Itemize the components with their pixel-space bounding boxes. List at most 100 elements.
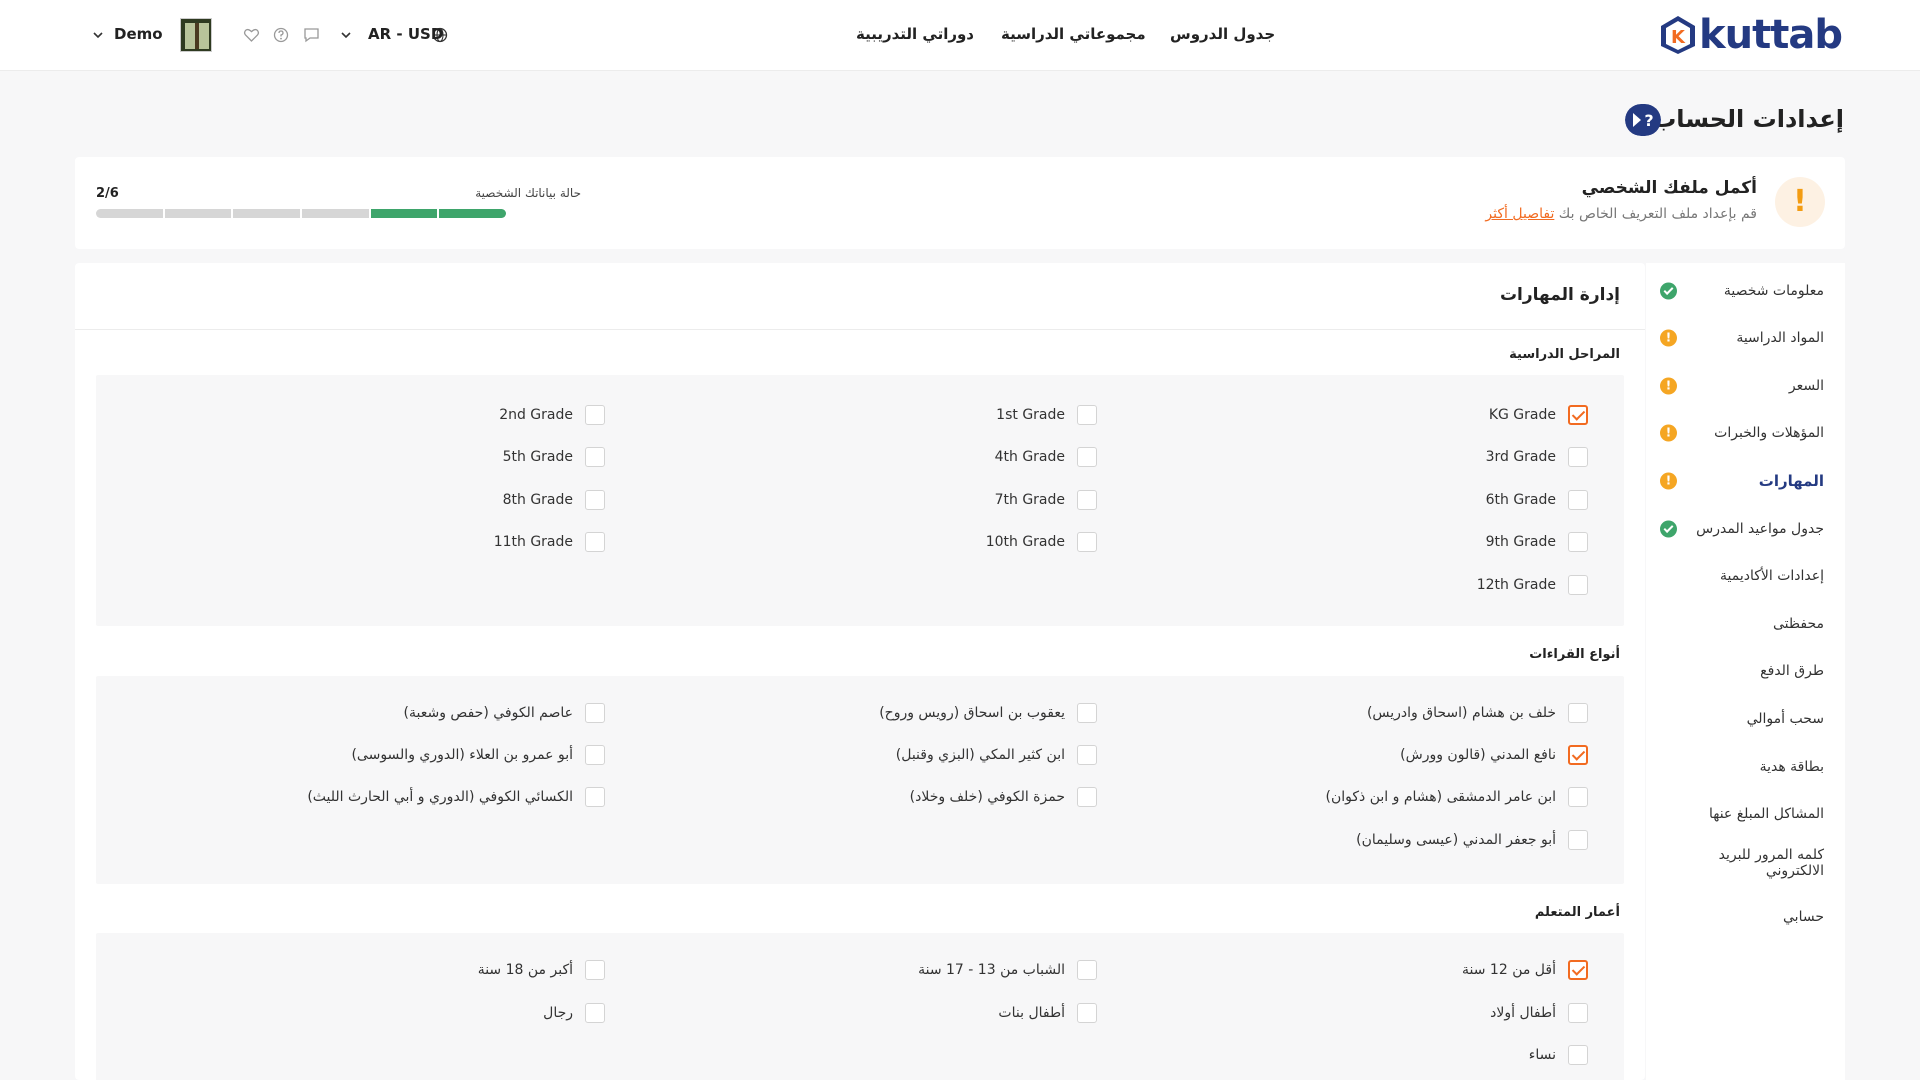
sidebar-item[interactable]: السعر <box>1646 366 1845 406</box>
checkbox[interactable] <box>585 703 605 723</box>
sidebar-item[interactable]: محفظتى <box>1646 604 1845 644</box>
readings-option[interactable]: نافع المدني (قالون وورش) <box>1400 745 1588 765</box>
sidebar-item-label: إعدادات الأكاديمية <box>1720 568 1824 584</box>
grades-option[interactable]: 10th Grade <box>986 532 1097 552</box>
sidebar-item-label: المؤهلات والخبرات <box>1714 425 1824 441</box>
checkbox[interactable] <box>1568 575 1588 595</box>
ages-option[interactable]: الشباب من 13 - 17 سنة <box>918 960 1097 980</box>
checkbox[interactable] <box>1077 447 1097 467</box>
nav-link-courses[interactable]: دوراتي التدريبية <box>856 25 974 43</box>
readings-option[interactable]: ابن عامر الدمشقى (هشام و ابن ذكوان) <box>1326 787 1588 807</box>
checkbox[interactable] <box>1568 830 1588 850</box>
ages-option[interactable]: أطفال أولاد <box>1490 1003 1588 1023</box>
grades-option[interactable]: 8th Grade <box>503 490 605 510</box>
sidebar-item-label: المهارات <box>1758 472 1824 490</box>
sidebar-item[interactable]: المهارات <box>1646 461 1845 501</box>
checkbox[interactable] <box>1568 1003 1588 1023</box>
readings-option[interactable]: عاصم الكوفي (حفص وشعبة) <box>404 703 605 723</box>
option-label: نافع المدني (قالون وورش) <box>1400 747 1556 763</box>
nav-link-schedule[interactable]: جدول الدروس <box>1170 25 1275 43</box>
option-label: 8th Grade <box>502 492 573 508</box>
grades-option[interactable]: 4th Grade <box>995 447 1097 467</box>
readings-option[interactable]: حمزة الكوفي (خلف وخلاد) <box>910 787 1097 807</box>
readings-option[interactable]: خلف بن هشام (اسحاق وادريس) <box>1367 703 1588 723</box>
checkbox[interactable] <box>585 960 605 980</box>
checkbox[interactable] <box>1568 447 1588 467</box>
sidebar-item[interactable]: طرق الدفع <box>1646 651 1845 691</box>
readings-option[interactable]: يعقوب بن اسحاق (رويس وروح) <box>879 703 1097 723</box>
grades-option[interactable]: 12th Grade <box>1477 575 1588 595</box>
profile-status-label: حالة بياناتك الشخصية <box>475 186 581 200</box>
checkbox[interactable] <box>1077 703 1097 723</box>
kuttab-logo[interactable]: K kuttab <box>1657 10 1843 60</box>
checkbox[interactable] <box>1077 490 1097 510</box>
readings-option[interactable]: الكسائي الكوفي (الدوري و أبي الحارث اللي… <box>307 787 605 807</box>
help-video-icon[interactable]: ? <box>1625 104 1661 136</box>
user-menu[interactable]: Demo <box>114 25 163 43</box>
grades-option[interactable]: 11th Grade <box>494 532 605 552</box>
sidebar-item[interactable]: جدول مواعيد المدرس <box>1646 509 1845 549</box>
currency-selector[interactable]: AR - USD <box>368 25 443 43</box>
sidebar-item[interactable]: كلمه المرور للبريد الالكتروني <box>1646 843 1845 883</box>
grades-option[interactable]: 2nd Grade <box>499 405 605 425</box>
checkbox[interactable] <box>1568 787 1588 807</box>
details-link[interactable]: تفاصيل أكثر <box>1485 206 1554 222</box>
checkbox[interactable] <box>585 490 605 510</box>
checkbox[interactable] <box>1077 1003 1097 1023</box>
checkbox[interactable] <box>1077 405 1097 425</box>
checkbox[interactable] <box>1568 1045 1588 1065</box>
checkbox[interactable] <box>585 745 605 765</box>
user-avatar[interactable] <box>180 18 212 52</box>
checkbox[interactable] <box>1077 960 1097 980</box>
user-chevron-down-icon[interactable] <box>92 30 104 40</box>
grades-option[interactable]: KG Grade <box>1489 405 1588 425</box>
checkbox[interactable] <box>585 532 605 552</box>
ages-option[interactable]: نساء <box>1529 1045 1588 1065</box>
readings-option[interactable]: ابن كثير المكي (البزي وقنبل) <box>896 745 1097 765</box>
chevron-down-icon[interactable] <box>340 30 352 40</box>
checkbox-checked[interactable] <box>1568 960 1588 980</box>
grades-option[interactable]: 9th Grade <box>1486 532 1588 552</box>
progress-segment <box>370 209 438 218</box>
ages-option[interactable]: أطفال بنات <box>998 1003 1097 1023</box>
checkbox[interactable] <box>585 405 605 425</box>
progress-segment <box>96 209 163 218</box>
ages-option[interactable]: أقل من 12 سنة <box>1462 960 1588 980</box>
checkbox[interactable] <box>1568 532 1588 552</box>
checkbox[interactable] <box>585 447 605 467</box>
readings-option[interactable]: أبو عمرو بن العلاء (الدوري والسوسى) <box>351 745 605 765</box>
sidebar-item[interactable]: بطاقة هدية <box>1646 747 1845 787</box>
sidebar-item-label: معلومات شخصية <box>1723 283 1824 299</box>
nav-link-groups[interactable]: مجموعاتي الدراسية <box>1001 25 1146 43</box>
checkbox[interactable] <box>1568 703 1588 723</box>
grades-option[interactable]: 7th Grade <box>995 490 1097 510</box>
grades-option[interactable]: 3rd Grade <box>1486 447 1588 467</box>
checkbox-checked[interactable] <box>1568 745 1588 765</box>
sidebar-item[interactable]: معلومات شخصية <box>1646 271 1845 311</box>
grades-option[interactable]: 1st Grade <box>996 405 1097 425</box>
readings-option[interactable]: أبو جعفر المدني (عيسى وسليمان) <box>1356 830 1588 850</box>
checkbox[interactable] <box>1077 745 1097 765</box>
sidebar-item[interactable]: إعدادات الأكاديمية <box>1646 556 1845 596</box>
checkbox[interactable] <box>1568 490 1588 510</box>
sidebar-item[interactable]: حسابي <box>1646 897 1845 937</box>
sidebar-item-label: كلمه المرور للبريد الالكتروني <box>1718 847 1824 879</box>
grades-option[interactable]: 6th Grade <box>1486 490 1588 510</box>
sidebar-item[interactable]: المواد الدراسية <box>1646 318 1845 358</box>
sidebar-item[interactable]: سحب أموالي <box>1646 699 1845 739</box>
ages-option[interactable]: أكبر من 18 سنة <box>478 960 605 980</box>
checkbox-checked[interactable] <box>1568 405 1588 425</box>
help-icon[interactable] <box>273 27 289 43</box>
option-label: 3rd Grade <box>1485 449 1556 465</box>
checkbox[interactable] <box>585 787 605 807</box>
sidebar-item[interactable]: المشاكل المبلغ عنها <box>1646 794 1845 834</box>
warning-circle-icon <box>1660 377 1677 395</box>
checkbox[interactable] <box>1077 532 1097 552</box>
ages-option[interactable]: رجال <box>543 1003 605 1023</box>
checkbox[interactable] <box>1077 787 1097 807</box>
checkbox[interactable] <box>585 1003 605 1023</box>
message-icon[interactable] <box>303 27 320 43</box>
heart-icon[interactable] <box>243 27 260 43</box>
sidebar-item[interactable]: المؤهلات والخبرات <box>1646 413 1845 453</box>
grades-option[interactable]: 5th Grade <box>503 447 605 467</box>
